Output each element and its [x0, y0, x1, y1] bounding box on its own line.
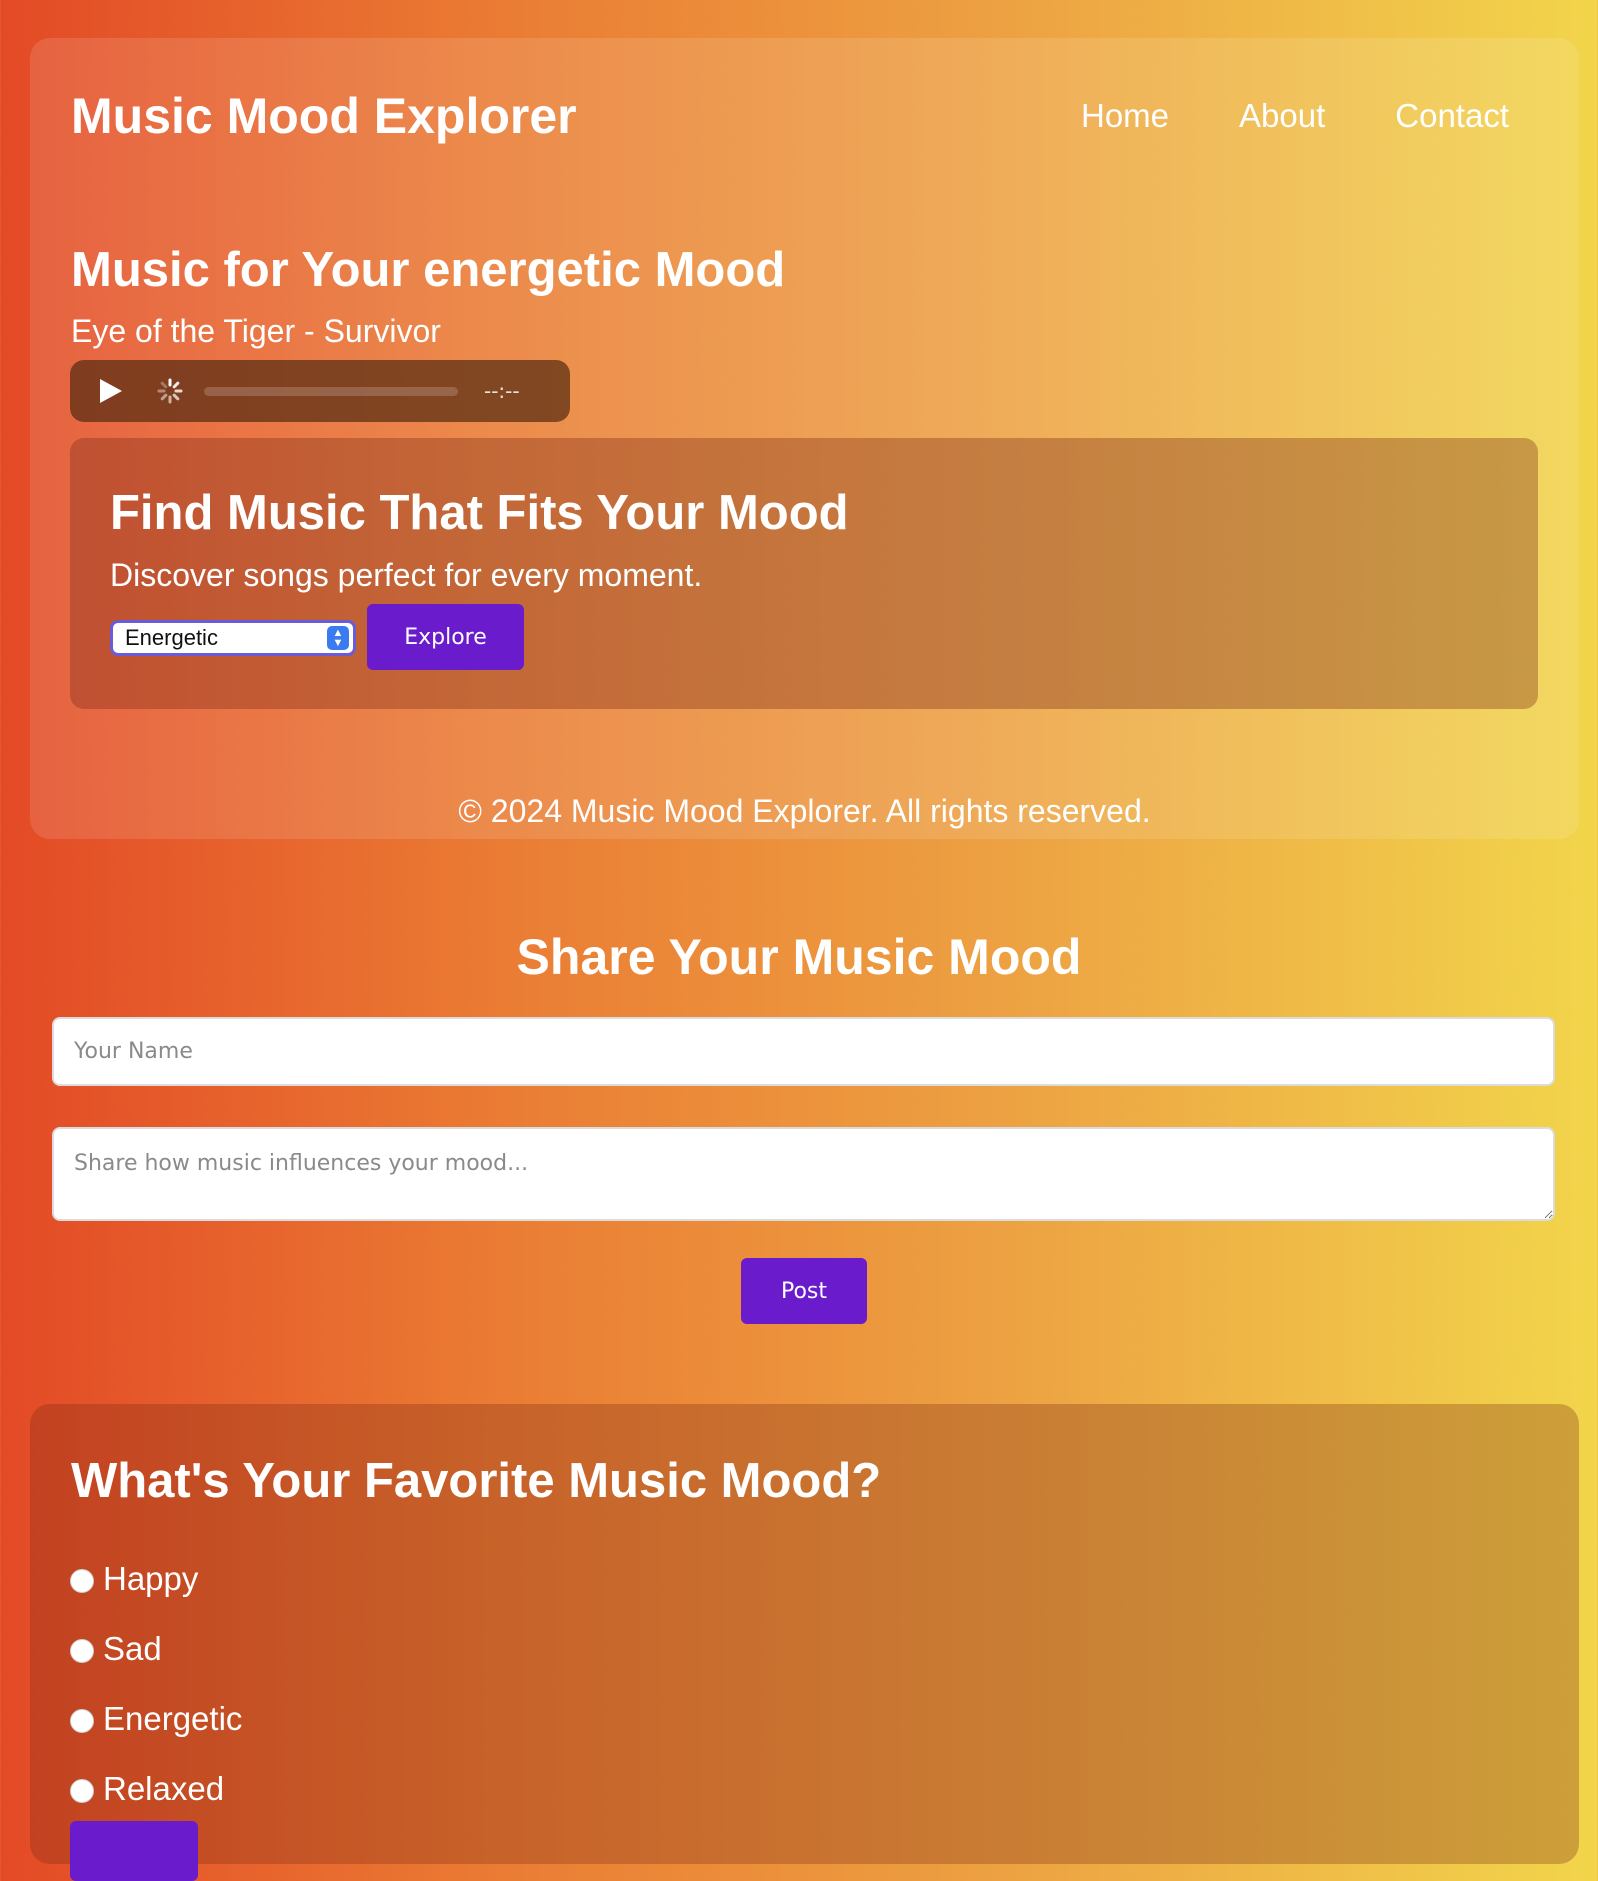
poll-option-label: Happy [103, 1560, 199, 1597]
finder-subtitle: Discover songs perfect for every moment. [110, 557, 703, 593]
poll-option-sad[interactable]: Sad [70, 1614, 242, 1684]
top-card: Music Mood Explorer Home About Contact M… [30, 38, 1579, 839]
finder-title: Find Music That Fits Your Mood [110, 486, 849, 540]
nav-home-link[interactable]: Home [1081, 96, 1169, 136]
mood-message-textarea[interactable] [52, 1127, 1555, 1221]
share-title: Share Your Music Mood [516, 929, 1082, 985]
radio-button[interactable] [70, 1709, 94, 1733]
play-icon[interactable] [100, 379, 122, 403]
poll-option-label: Energetic [103, 1700, 243, 1737]
song-title: Eye of the Tiger - Survivor [71, 313, 441, 349]
poll-card: What's Your Favorite Music Mood? Happy S… [30, 1404, 1579, 1881]
select-arrows-icon: ▲ ▼ [327, 626, 349, 650]
poll-option-happy[interactable]: Happy [70, 1544, 242, 1614]
post-button[interactable]: Post [741, 1258, 867, 1324]
poll-option-relaxed[interactable]: Relaxed [70, 1754, 242, 1824]
nav-about-link[interactable]: About [1239, 96, 1325, 136]
site-title: Music Mood Explorer [71, 88, 577, 144]
mood-select-value: Energetic [125, 625, 218, 650]
finder-card: Find Music That Fits Your Mood Discover … [70, 438, 1538, 709]
mood-heading: Music for Your energetic Mood [71, 243, 786, 297]
name-input[interactable] [52, 1017, 1555, 1086]
poll-option-label: Sad [103, 1630, 162, 1667]
poll-option-energetic[interactable]: Energetic [70, 1684, 242, 1754]
poll-options: Happy Sad Energetic Relaxed [70, 1544, 242, 1824]
vote-button[interactable] [70, 1821, 198, 1881]
audio-progress-track[interactable] [204, 387, 458, 396]
explore-button[interactable]: Explore [367, 604, 524, 670]
audio-time: --:-- [484, 379, 520, 403]
footer-copyright: © 2024 Music Mood Explorer. All rights r… [458, 793, 1151, 829]
poll-option-label: Relaxed [103, 1770, 225, 1807]
radio-button[interactable] [70, 1639, 94, 1663]
main-nav: Home About Contact [1081, 96, 1509, 136]
mood-select[interactable]: Energetic ▲ ▼ [110, 620, 356, 656]
nav-contact-link[interactable]: Contact [1395, 96, 1509, 136]
loading-spinner-icon [157, 378, 183, 404]
audio-player: --:-- [70, 360, 570, 422]
radio-button[interactable] [70, 1569, 94, 1593]
radio-button[interactable] [70, 1779, 94, 1803]
poll-title: What's Your Favorite Music Mood? [71, 1454, 882, 1508]
